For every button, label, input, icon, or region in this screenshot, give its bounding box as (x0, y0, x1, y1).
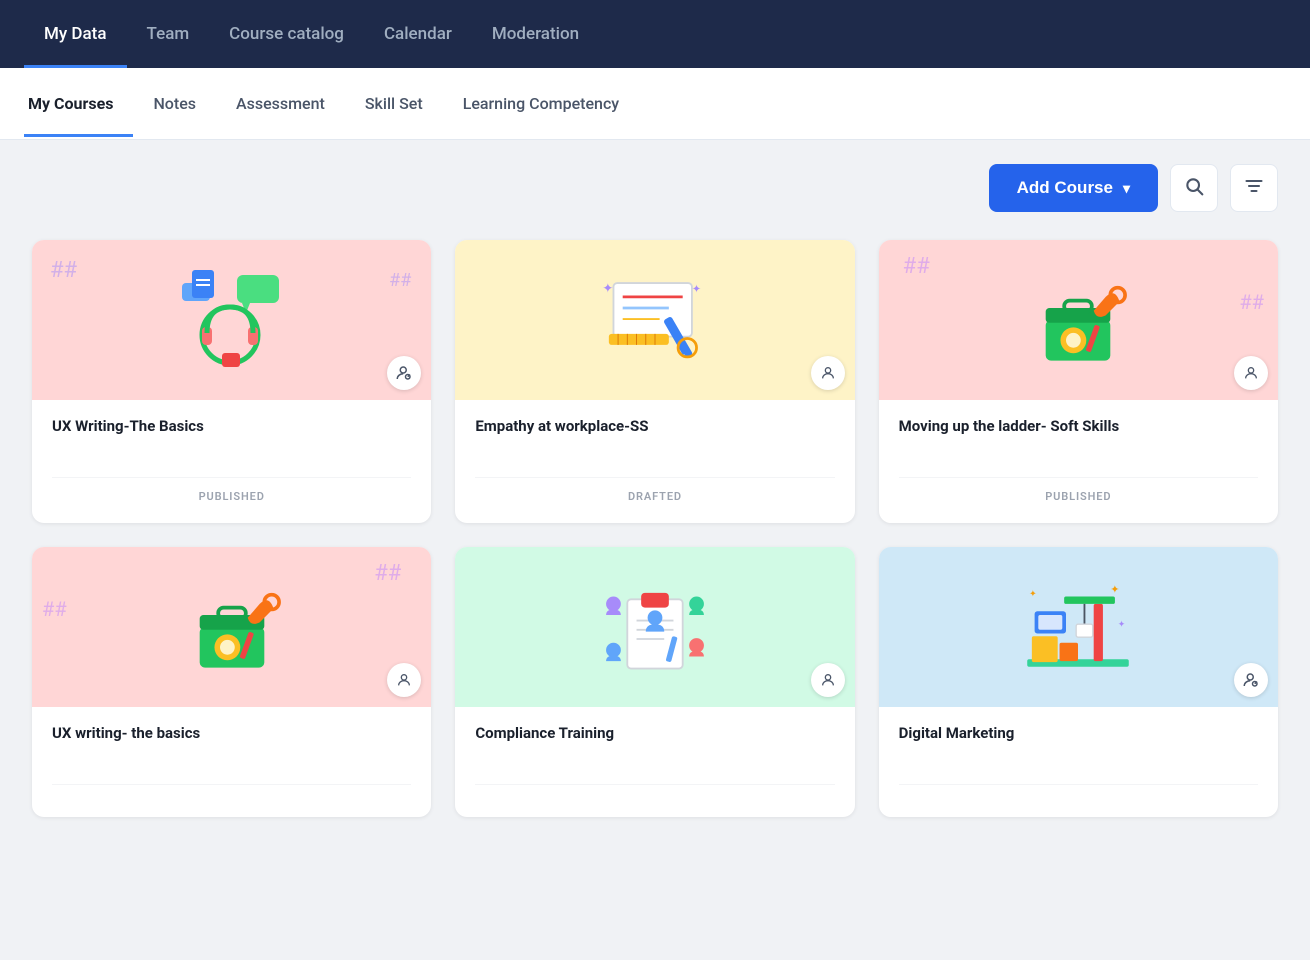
card-body: UX Writing-The Basics PUBLISHED (32, 400, 431, 523)
card-body: Digital Marketing (879, 707, 1278, 817)
card-body: UX writing- the basics (32, 707, 431, 817)
card-title: Digital Marketing (899, 723, 1258, 744)
card-body: Empathy at workplace-SS DRAFTED (455, 400, 854, 523)
course-card[interactable]: ## ## (32, 240, 431, 523)
search-icon (1184, 176, 1204, 201)
top-navigation: My Data Team Course catalog Calendar Mod… (0, 0, 1310, 68)
course-card[interactable]: ## ## (32, 547, 431, 817)
sub-navigation: My Courses Notes Assessment Skill Set Le… (0, 68, 1310, 140)
card-title: Compliance Training (475, 723, 834, 744)
svg-text:✦: ✦ (1029, 589, 1037, 600)
course-card[interactable]: ✦ ✦ ✦ Digital Marketing (879, 547, 1278, 817)
card-status: PUBLISHED (52, 477, 411, 511)
course-card[interactable]: Compliance Training (455, 547, 854, 817)
course-card[interactable]: ✦ ✦ Empathy at workplace-SS DRAFTED (455, 240, 854, 523)
tab-notes[interactable]: Notes (133, 70, 216, 137)
card-body: Moving up the ladder- Soft Skills PUBLIS… (879, 400, 1278, 523)
nav-course-catalog[interactable]: Course catalog (209, 0, 364, 68)
card-image (455, 547, 854, 707)
main-content: Add Course ▾ (0, 140, 1310, 960)
card-title: Moving up the ladder- Soft Skills (899, 416, 1258, 437)
toolbar: Add Course ▾ (32, 164, 1278, 212)
tab-learning-competency[interactable]: Learning Competency (443, 70, 639, 137)
card-user-badge (811, 356, 845, 390)
card-status: PUBLISHED (899, 477, 1258, 511)
tab-assessment[interactable]: Assessment (216, 70, 345, 137)
card-title: Empathy at workplace-SS (475, 416, 834, 437)
card-title: UX writing- the basics (52, 723, 411, 744)
svg-text:✦: ✦ (1118, 619, 1126, 630)
card-user-badge (387, 356, 421, 390)
card-image: ✦ ✦ ✦ (879, 547, 1278, 707)
card-status (475, 784, 834, 805)
svg-text:✦: ✦ (692, 282, 701, 295)
card-user-badge (1234, 663, 1268, 697)
svg-text:✦: ✦ (602, 281, 613, 296)
card-user-badge (1234, 356, 1268, 390)
chevron-down-icon: ▾ (1123, 180, 1130, 197)
nav-moderation[interactable]: Moderation (472, 0, 599, 68)
card-user-badge (387, 663, 421, 697)
card-body: Compliance Training (455, 707, 854, 817)
nav-team[interactable]: Team (127, 0, 210, 68)
course-grid: ## ## (32, 240, 1278, 817)
search-button[interactable] (1170, 164, 1218, 212)
card-title: UX Writing-The Basics (52, 416, 411, 437)
card-image: ## ## (32, 240, 431, 400)
card-status: DRAFTED (475, 477, 834, 511)
card-image: ## ## (32, 547, 431, 707)
tab-skill-set[interactable]: Skill Set (345, 70, 443, 137)
card-status (899, 784, 1258, 805)
card-user-badge (811, 663, 845, 697)
add-course-button[interactable]: Add Course ▾ (989, 164, 1158, 212)
filter-button[interactable] (1230, 164, 1278, 212)
svg-text:✦: ✦ (1111, 583, 1120, 596)
add-course-label: Add Course (1017, 178, 1113, 198)
nav-my-data[interactable]: My Data (24, 0, 127, 68)
card-image: ## ## (879, 240, 1278, 400)
filter-icon (1244, 176, 1264, 201)
nav-calendar[interactable]: Calendar (364, 0, 472, 68)
course-card[interactable]: ## ## (879, 240, 1278, 523)
tab-my-courses[interactable]: My Courses (24, 70, 133, 137)
card-image: ✦ ✦ (455, 240, 854, 400)
card-status (52, 784, 411, 805)
